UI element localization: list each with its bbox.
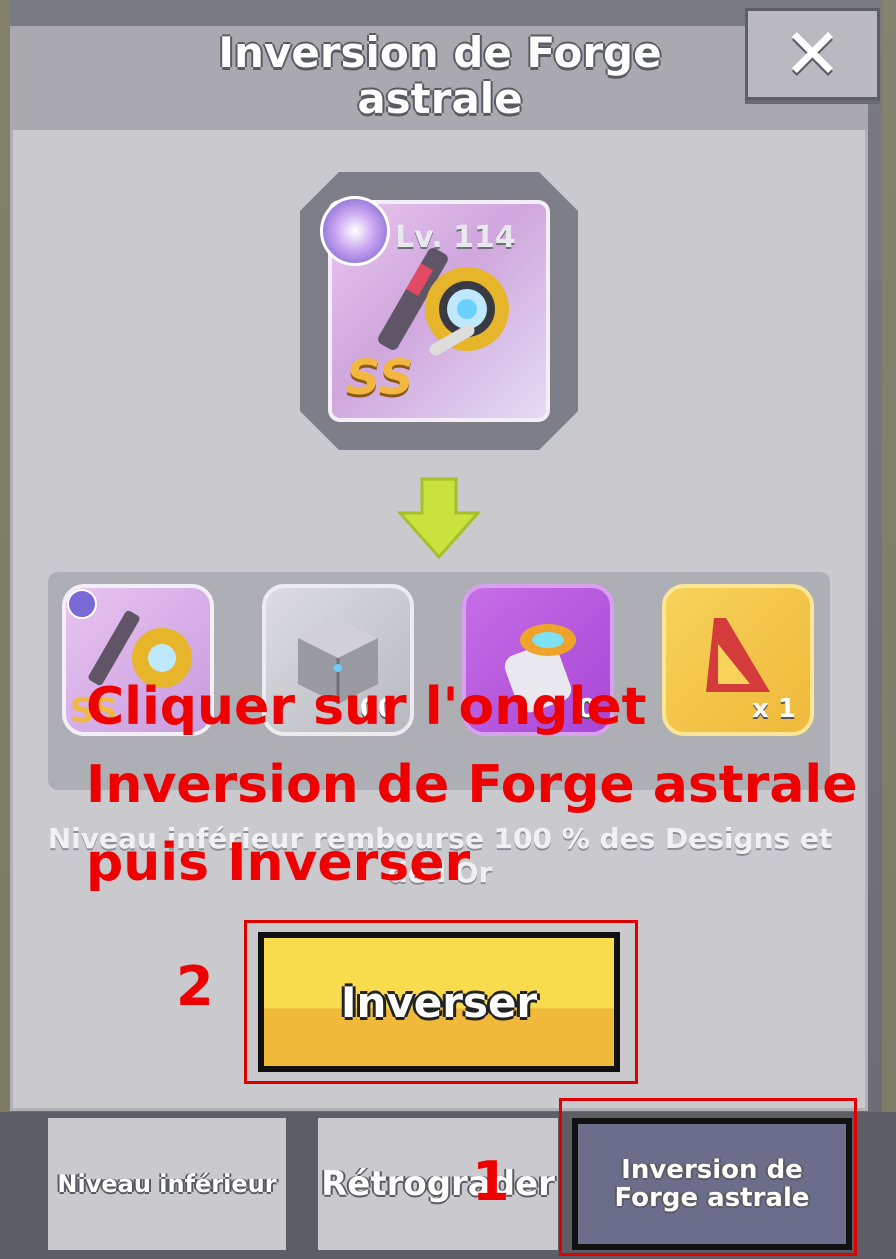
item-level: Lv. 114 xyxy=(395,220,516,255)
highlight-box-tab xyxy=(559,1098,857,1256)
close-icon: ✕ xyxy=(783,13,842,95)
annotation-line: Cliquer sur l'onglet xyxy=(86,677,647,737)
annotation-line: puis Inverser xyxy=(86,833,471,893)
step-number-2: 2 xyxy=(176,955,214,1018)
grade-badge: SS xyxy=(346,350,414,406)
close-button[interactable]: ✕ xyxy=(745,8,880,100)
tab-retrograder[interactable]: Rétrograder xyxy=(318,1118,558,1250)
annotation-line: Inversion de Forge astrale xyxy=(86,755,858,815)
tab-niveau-inferieur[interactable]: Niveau inférieur xyxy=(48,1118,286,1250)
invert-button[interactable]: Inverser xyxy=(258,932,620,1072)
dialog-title: Inversion de Forge astrale xyxy=(218,28,662,123)
step-number-1: 1 xyxy=(472,1150,510,1213)
background-strip-left xyxy=(0,0,10,1259)
down-arrow-icon xyxy=(396,477,482,560)
annotation-text: Cliquer sur l'onglet Inversion de Forge … xyxy=(86,668,858,902)
weapon-type-icon xyxy=(320,196,390,266)
background-strip-right xyxy=(882,0,896,1259)
invert-button-label: Inverser xyxy=(340,977,538,1027)
